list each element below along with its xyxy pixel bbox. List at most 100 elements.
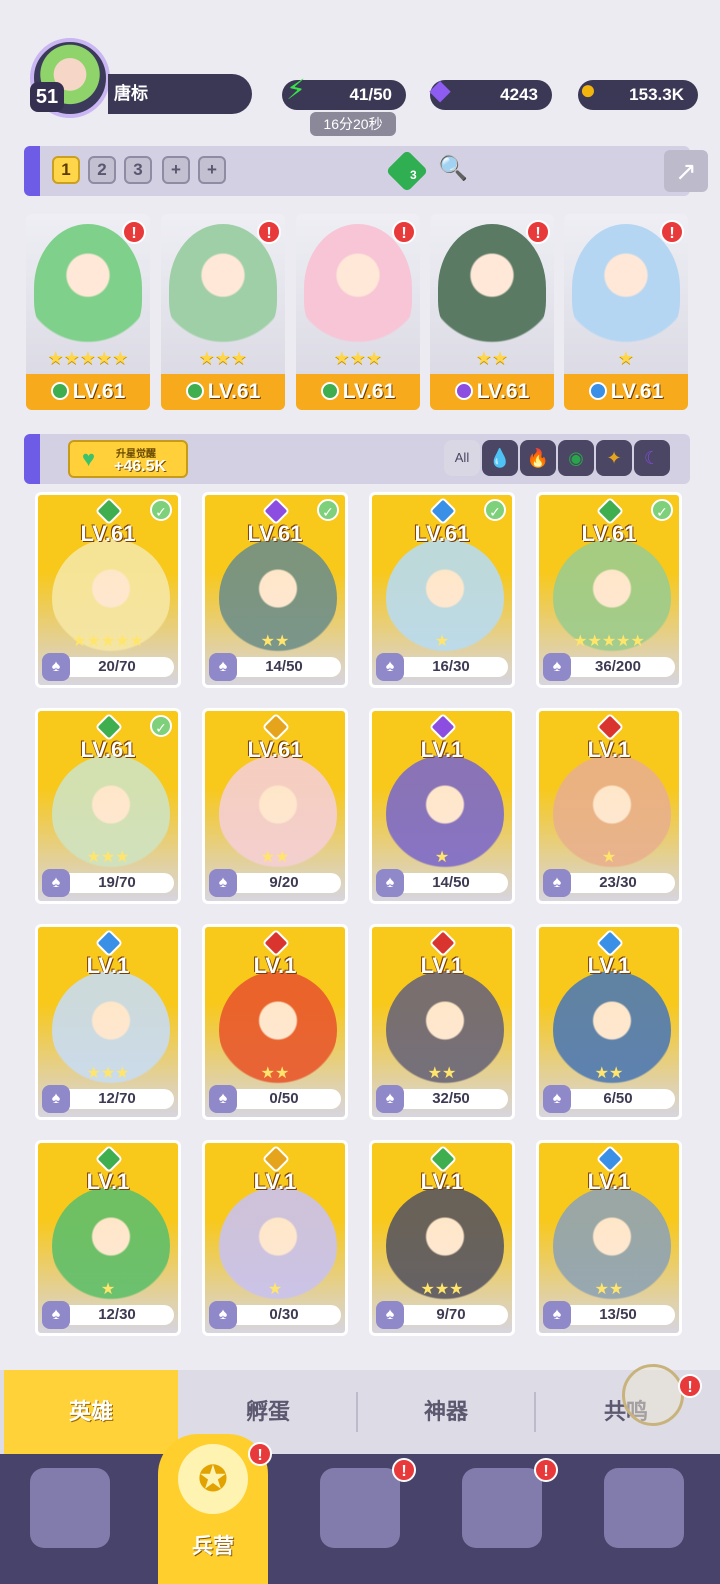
hero-stars: ★	[434, 633, 450, 650]
shard-progress: 23/30	[561, 873, 675, 893]
hero-card[interactable]: ✓ LV.61 ★★★ 19/70 ♠	[35, 708, 181, 904]
hero-stars: ★★	[427, 1065, 457, 1082]
hero-card[interactable]: LV.61 ★★ 9/20 ♠	[202, 708, 348, 904]
hero-stars: ★	[601, 849, 617, 866]
player-name-bar[interactable]: 唐标	[108, 74, 252, 114]
hero-stars: ★★	[594, 1281, 624, 1298]
shard-icon: ♠	[543, 1085, 571, 1113]
filter-wind-icon[interactable]: ◉	[558, 440, 594, 476]
hero-card[interactable]: LV.1 ★ 12/30 ♠	[35, 1140, 181, 1336]
team-hero-level-bar: LV.61	[296, 374, 420, 410]
heart-icon: ♥	[82, 446, 96, 471]
team-hero-portrait	[34, 224, 142, 352]
team-hero-level: LV.61	[476, 380, 530, 403]
team-hero-alert-badge: !	[526, 220, 550, 244]
hero-card[interactable]: LV.1 ★★ 13/50 ♠	[536, 1140, 682, 1336]
nav-guild-icon[interactable]	[604, 1468, 684, 1548]
tab-heroes[interactable]: 英雄	[4, 1370, 178, 1454]
hero-card[interactable]: LV.1 ★ 14/50 ♠	[369, 708, 515, 904]
filter-light-icon[interactable]: ✦	[596, 440, 632, 476]
team-hero-level-bar: LV.61	[161, 374, 285, 410]
shard-icon: ♠	[543, 1301, 571, 1329]
share-icon[interactable]: ↗	[664, 150, 708, 192]
hero-level: LV.1	[420, 737, 464, 762]
shard-progress: 6/50	[561, 1089, 675, 1109]
hero-stars: ★★	[260, 633, 290, 650]
hero-card[interactable]: LV.1 ★ 23/30 ♠	[536, 708, 682, 904]
player-name: 唐标	[114, 84, 148, 103]
filter-fire-icon[interactable]: 🔥	[520, 440, 556, 476]
filter-water-icon[interactable]: 💧	[482, 440, 518, 476]
top-bar: 51 唐标 41/50 ⚡ 16分20秒 4243 ◆ 153.3K ●	[0, 30, 720, 140]
team-slot-3[interactable]: 3	[124, 156, 152, 184]
hero-level: LV.1	[587, 737, 631, 762]
deployed-check-icon: ✓	[651, 499, 673, 521]
hero-card[interactable]: ✓ LV.61 ★★ 14/50 ♠	[202, 492, 348, 688]
hero-card[interactable]: LV.1 ★ 0/30 ♠	[202, 1140, 348, 1336]
team-hero-card[interactable]: ★ LV.61 !	[564, 214, 688, 410]
hero-stars: ★	[434, 849, 450, 866]
hero-level: LV.61	[80, 521, 136, 546]
team-hero-card[interactable]: ★★★★★ LV.61 !	[26, 214, 150, 410]
team-hero-card[interactable]: ★★★ LV.61 !	[296, 214, 420, 410]
shard-progress: 20/70	[60, 657, 174, 677]
team-hero-card[interactable]: ★★ LV.61 !	[430, 214, 554, 410]
filter-bar-stripe	[24, 434, 40, 484]
star-awaken-button[interactable]: ♥ 升星觉醒 +46.5K	[68, 440, 188, 478]
bottom-nav	[0, 1454, 720, 1584]
hero-level: LV.1	[420, 1169, 464, 1194]
hero-stars: ★★	[260, 849, 290, 866]
hero-card[interactable]: LV.1 ★★★ 9/70 ♠	[369, 1140, 515, 1336]
nav-shrine-icon[interactable]	[462, 1468, 542, 1548]
team-hero-stars: ★	[617, 348, 635, 368]
hero-card[interactable]: LV.1 ★★ 0/50 ♠	[202, 924, 348, 1120]
hero-card[interactable]: ✓ LV.61 ★★★★★ 36/200 ♠	[536, 492, 682, 688]
shard-progress: 0/50	[227, 1089, 341, 1109]
team-hero-level: LV.61	[207, 380, 261, 403]
team-slot-add-2[interactable]: +	[198, 156, 226, 184]
resonance-alert-badge: !	[678, 1374, 702, 1398]
nav-cards-icon[interactable]	[30, 1468, 110, 1548]
team-slot-2[interactable]: 2	[88, 156, 116, 184]
hero-stars: ★★★	[86, 849, 130, 866]
element-icon	[454, 382, 473, 400]
shard-progress: 12/70	[60, 1089, 174, 1109]
shard-icon: ♠	[42, 653, 70, 681]
magnifier-icon[interactable]: 🔍	[438, 154, 468, 183]
hero-stars: ★	[100, 1281, 116, 1298]
gold-value: 153.3K	[629, 85, 684, 104]
player-level: 51	[30, 82, 64, 112]
filter-dark-icon[interactable]: ☾	[634, 440, 670, 476]
hero-card[interactable]: LV.1 ★★ 32/50 ♠	[369, 924, 515, 1120]
hero-card[interactable]: ✓ LV.61 ★★★★★ 20/70 ♠	[35, 492, 181, 688]
hero-card[interactable]: LV.1 ★★ 6/50 ♠	[536, 924, 682, 1120]
shard-progress: 12/30	[60, 1305, 174, 1325]
team-gem-icon[interactable]	[385, 149, 429, 193]
shard-icon: ♠	[42, 1301, 70, 1329]
filter-all-icon[interactable]: All	[444, 440, 480, 476]
gold-coin-icon: ●	[579, 74, 597, 105]
team-hero-level-bar: LV.61	[430, 374, 554, 410]
team-hero-level: LV.61	[72, 380, 126, 403]
hero-card[interactable]: LV.1 ★★★ 12/70 ♠	[35, 924, 181, 1120]
hero-stars: ★★	[594, 1065, 624, 1082]
shard-icon: ♠	[376, 1085, 404, 1113]
hero-card[interactable]: ✓ LV.61 ★ 16/30 ♠	[369, 492, 515, 688]
tab-artifacts[interactable]: 神器	[358, 1370, 534, 1454]
shard-progress: 13/50	[561, 1305, 675, 1325]
nav-map-icon[interactable]	[320, 1468, 400, 1548]
team-slot-add-1[interactable]: +	[162, 156, 190, 184]
element-icon	[320, 382, 339, 400]
floating-orb-button[interactable]	[622, 1364, 684, 1426]
shard-progress: 19/70	[60, 873, 174, 893]
shard-progress: 14/50	[227, 657, 341, 677]
energy-value: 41/50	[349, 85, 392, 104]
team-slot-1[interactable]: 1	[52, 156, 80, 184]
shard-icon: ♠	[376, 869, 404, 897]
hero-level: LV.1	[253, 953, 297, 978]
shard-icon: ♠	[209, 1085, 237, 1113]
team-hero-card[interactable]: ★★★ LV.61 !	[161, 214, 285, 410]
deployed-check-icon: ✓	[150, 715, 172, 737]
shard-progress: 14/50	[394, 873, 508, 893]
diamond-icon: ◆	[429, 74, 451, 105]
